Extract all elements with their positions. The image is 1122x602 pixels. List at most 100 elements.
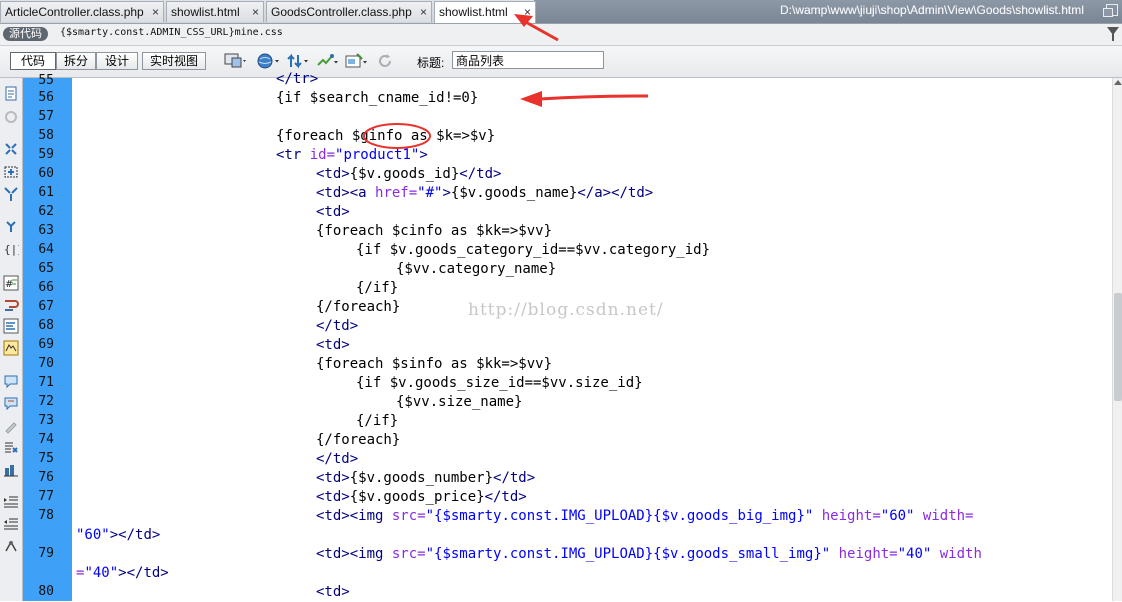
code-token: src= <box>391 508 426 524</box>
code-token: </td> <box>118 527 161 543</box>
recent-snippets-icon[interactable] <box>3 418 19 434</box>
code-line[interactable]: <td>{$v.goods_number}</td> <box>316 469 535 488</box>
select-parent-tag-icon[interactable] <box>3 186 19 202</box>
code-token: "40" <box>897 546 932 562</box>
code-token: <td> <box>316 470 350 486</box>
code-line[interactable]: {$vv.size_name} <box>396 393 522 412</box>
line-numbers-icon[interactable]: {|} <box>3 241 19 257</box>
tab-articlecontroller[interactable]: ArticleController.class.php × <box>0 1 164 22</box>
related-files-bar: 源代码 {$smarty.const.ADMIN_CSS_URL}mine.cs… <box>0 24 1122 46</box>
code-line[interactable]: {/foreach} <box>316 431 400 450</box>
code-line[interactable]: </td> <box>316 317 358 336</box>
code-token: {$vv.size_name} <box>396 394 523 410</box>
line-number: 60 <box>38 166 54 181</box>
tab-showlist-active[interactable]: showlist.html × <box>434 1 536 23</box>
document-title-input[interactable] <box>452 51 604 69</box>
code-line[interactable]: {foreach $sinfo as $kk=>$vv} <box>316 355 552 374</box>
close-icon[interactable]: × <box>524 2 531 22</box>
expand-all-icon[interactable] <box>3 164 19 180</box>
code-line[interactable]: {foreach $ginfo as $k=>$v} <box>276 127 495 146</box>
code-token: <td> <box>316 185 350 201</box>
code-line[interactable]: <td><img src="{$smarty.const.IMG_UPLOAD}… <box>316 545 982 564</box>
code-line[interactable]: <td><img src="{$smarty.const.IMG_UPLOAD}… <box>316 507 974 526</box>
code-token: width= <box>914 508 974 524</box>
code-line[interactable]: {/if} <box>356 279 398 298</box>
line-number: 59 <box>38 147 54 162</box>
line-number: 72 <box>38 394 54 409</box>
close-icon[interactable]: × <box>420 2 427 22</box>
outdent-code-icon[interactable] <box>3 516 19 532</box>
code-token: </td> <box>316 318 359 334</box>
format-source-code-icon[interactable] <box>3 538 19 554</box>
code-token: > <box>109 527 119 543</box>
code-line[interactable]: <td> <box>316 583 350 602</box>
debug-icon[interactable] <box>316 53 340 69</box>
live-view-button[interactable]: 实时视图 <box>142 52 206 70</box>
code-line[interactable]: </tr> <box>276 70 318 89</box>
document-toolbar: 代码 拆分 设计 实时视图 标题: <box>0 46 1122 78</box>
code-line-wrapped[interactable]: ="40"></td> <box>76 564 169 583</box>
remove-comment-icon[interactable] <box>3 373 19 389</box>
code-token: </td> <box>484 489 527 505</box>
multiscreen-icon[interactable] <box>224 53 248 69</box>
collapse-selection-icon[interactable] <box>3 141 19 157</box>
tab-goodscontroller[interactable]: GoodsController.class.php × <box>266 1 432 22</box>
code-line[interactable]: {if $v.goods_category_id==$vv.category_i… <box>356 241 710 260</box>
syntax-coloring-icon[interactable] <box>3 318 19 334</box>
code-line-wrapped[interactable]: "60"></td> <box>76 526 160 545</box>
code-line[interactable]: {foreach $cinfo as $kk=>$vv} <box>316 222 552 241</box>
code-line[interactable]: <td>{$v.goods_price}</td> <box>316 488 527 507</box>
code-token: {/foreach} <box>316 432 401 448</box>
line-number: 63 <box>38 223 54 238</box>
code-token: <a <box>349 185 376 201</box>
wrap-tag-icon[interactable] <box>3 395 19 411</box>
source-code-button[interactable]: 源代码 <box>3 27 48 41</box>
scroll-thumb[interactable] <box>1114 293 1122 401</box>
scroll-up-icon[interactable] <box>1114 80 1122 85</box>
code-line[interactable]: <td><a href="#">{$v.goods_name}</a></td> <box>316 184 653 203</box>
refresh-icon[interactable] <box>376 53 394 69</box>
close-icon[interactable]: × <box>252 2 259 22</box>
line-number: 71 <box>38 375 54 390</box>
move-css-icon[interactable] <box>3 439 19 455</box>
code-token: <img <box>349 508 392 524</box>
preview-globe-icon[interactable] <box>257 53 281 69</box>
close-icon[interactable]: × <box>152 2 159 22</box>
filter-icon[interactable] <box>1107 27 1119 41</box>
tab-showlist-1[interactable]: showlist.html × <box>166 1 264 22</box>
code-token: <img <box>349 546 392 562</box>
restore-window-icon[interactable] <box>1103 4 1118 17</box>
vertical-scrollbar[interactable] <box>1112 78 1122 601</box>
design-view-button[interactable]: 设计 <box>96 52 138 70</box>
code-line[interactable]: {if $search_cname_id!=0} <box>276 89 478 108</box>
code-token: "60" <box>880 508 915 524</box>
code-line[interactable]: <td> <box>316 336 350 355</box>
highlight-invalid-icon[interactable]: # <box>3 275 19 291</box>
visual-aids-icon[interactable] <box>345 53 369 69</box>
related-file-link[interactable]: {$smarty.const.ADMIN_CSS_URL}mine.css <box>60 27 283 38</box>
code-token: <td> <box>316 508 350 524</box>
code-token: src= <box>391 546 426 562</box>
code-line[interactable]: </td> <box>316 450 358 469</box>
balance-braces-icon[interactable] <box>3 219 19 235</box>
collapse-tag-icon[interactable] <box>3 109 19 125</box>
indent-code-icon[interactable] <box>3 494 19 510</box>
word-wrap-icon[interactable] <box>3 297 19 313</box>
code-line[interactable]: <td>{$v.goods_id}</td> <box>316 165 501 184</box>
code-token: height= <box>813 508 881 524</box>
code-token: </a> <box>577 185 612 201</box>
code-line[interactable]: <td> <box>316 203 350 222</box>
open-documents-icon[interactable] <box>3 86 19 102</box>
code-token: width <box>931 546 982 562</box>
code-token: "product1" <box>335 147 420 163</box>
split-view-button[interactable]: 拆分 <box>56 52 96 70</box>
apply-comment-icon[interactable] <box>3 340 19 356</box>
code-line[interactable]: <tr id="product1"> <box>276 146 428 165</box>
code-line[interactable]: {/if} <box>356 412 398 431</box>
format-source-icon[interactable] <box>3 462 19 478</box>
code-view-button[interactable]: 代码 <box>10 52 56 70</box>
code-line[interactable]: {$vv.category_name} <box>396 260 556 279</box>
file-transfer-icon[interactable] <box>287 53 311 69</box>
code-line[interactable]: {if $v.goods_size_id==$vv.size_id} <box>356 374 643 393</box>
code-line[interactable]: {/foreach} <box>316 298 400 317</box>
